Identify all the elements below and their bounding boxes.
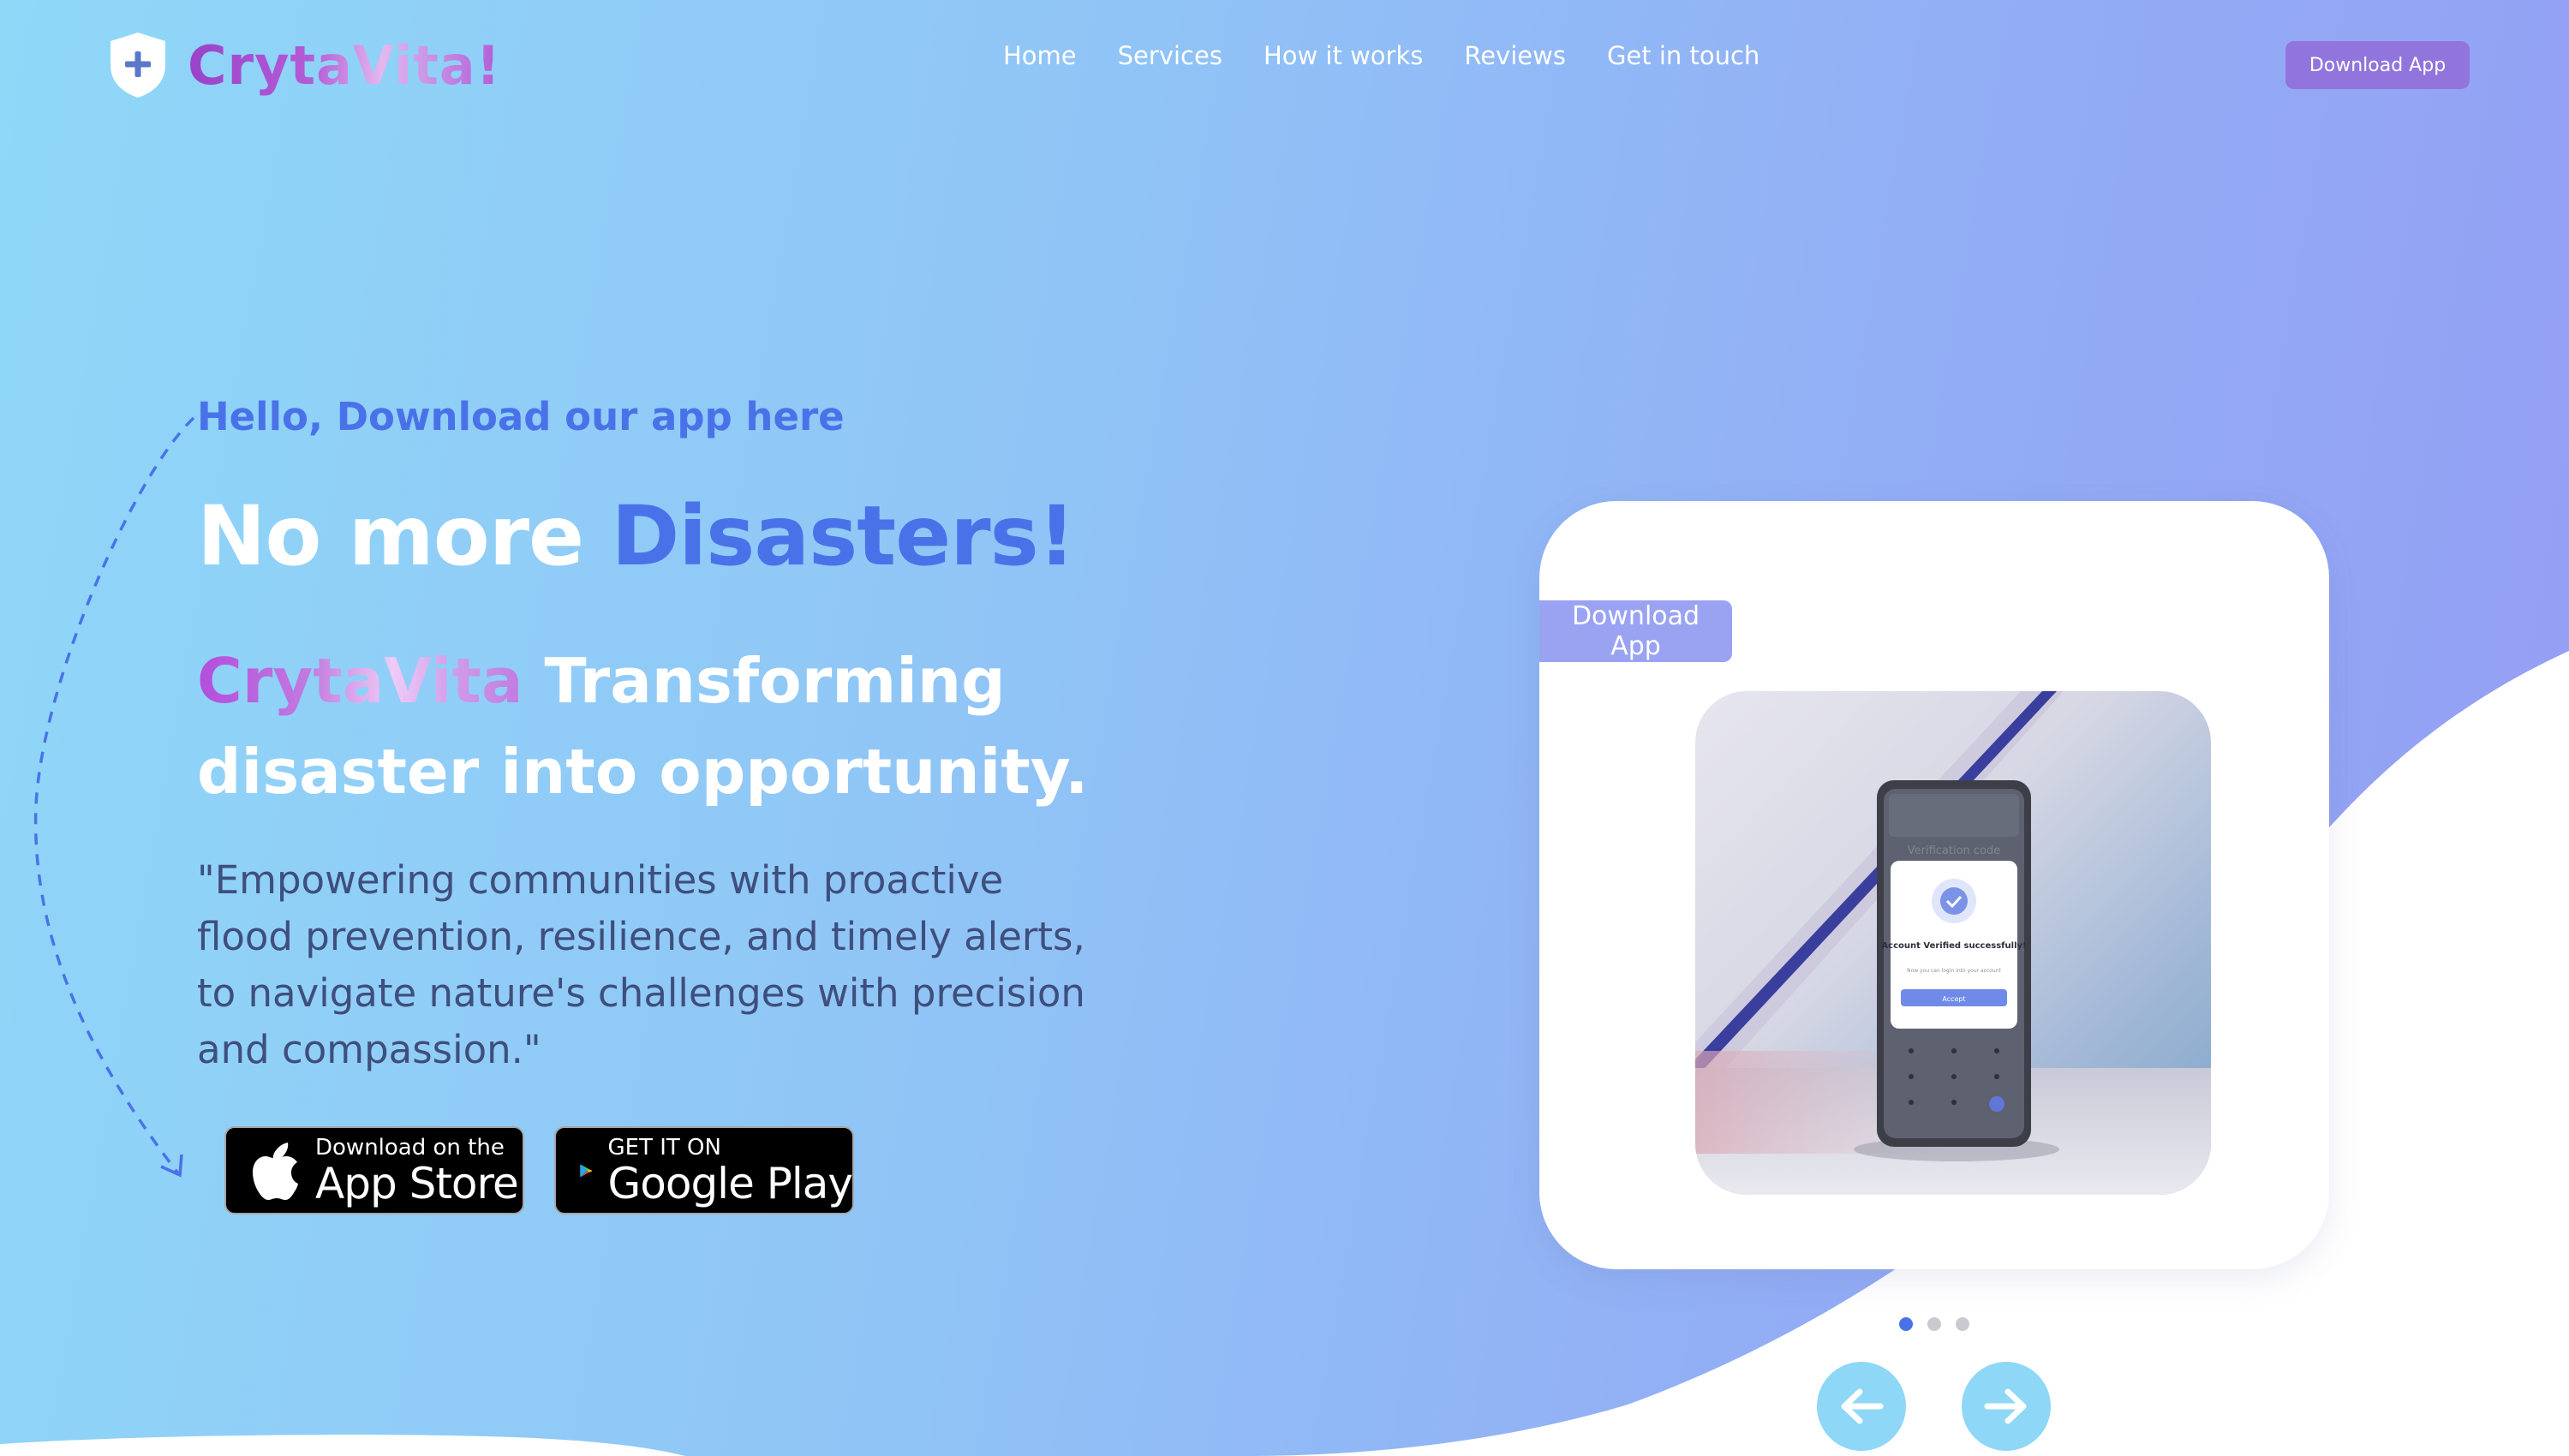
hero-headline: No more Disasters! (197, 488, 1075, 584)
carousel-prev-button[interactable] (1817, 1362, 1906, 1451)
phone-scene: Verification code Account Verified succe… (1695, 691, 2211, 1195)
phone-button-label: Accept (1942, 995, 1965, 1003)
dashed-curve-arrow (33, 416, 195, 1178)
carousel-dots (1899, 1317, 1969, 1331)
site-header: CrytaVita! Home Services How it works Re… (0, 0, 2569, 128)
carousel-dot-2[interactable] (1927, 1317, 1941, 1331)
main-nav: Home Services How it works Reviews Get i… (1003, 41, 1759, 70)
arrow-right-icon (1984, 1388, 2027, 1424)
app-store-big-text: App Store (315, 1158, 519, 1208)
phone-note: Now you can login into your account (1907, 968, 2001, 974)
phone-title: Verification code (1908, 844, 2001, 857)
card-download-app-button[interactable]: Download App (1539, 600, 1732, 662)
header-download-app-button[interactable]: Download App (2285, 41, 2470, 89)
app-store-small-text: Download on the (315, 1134, 505, 1161)
app-preview-card: Download App Verification code Account V… (1539, 501, 2329, 1269)
app-store-badge[interactable]: Download on the App Store (224, 1126, 524, 1214)
phone-message: Account Verified successfully! (1881, 941, 2026, 951)
hero-greeting: Hello, Download our app here (197, 394, 845, 439)
nav-services[interactable]: Services (1118, 41, 1222, 70)
carousel-dot-1[interactable] (1899, 1317, 1913, 1331)
google-play-badge[interactable]: GET IT ON Google Play (554, 1126, 854, 1214)
brand-name: CrytaVita! (188, 33, 501, 97)
google-play-small-text: GET IT ON (607, 1134, 721, 1161)
nav-home[interactable]: Home (1003, 41, 1077, 70)
brand-logo[interactable]: CrytaVita! (107, 31, 501, 99)
carousel-next-button[interactable] (1962, 1362, 2051, 1451)
hero-subheading: CrytaVita Transforming disaster into opp… (197, 636, 1139, 817)
google-play-icon (580, 1164, 593, 1177)
carousel-dot-3[interactable] (1956, 1317, 1969, 1331)
google-play-big-text: Google Play (607, 1158, 853, 1208)
nav-how-it-works[interactable]: How it works (1264, 41, 1423, 70)
phone-mockup-image: Verification code Account Verified succe… (1695, 691, 2211, 1195)
nav-reviews[interactable]: Reviews (1464, 41, 1566, 70)
nav-get-in-touch[interactable]: Get in touch (1607, 41, 1759, 70)
subhead-brand: CrytaVita (197, 645, 523, 717)
headline-prefix: No more (197, 488, 612, 584)
arrow-left-icon (1841, 1388, 1884, 1424)
shield-plus-icon (111, 33, 165, 98)
headline-accent: Disasters! (611, 488, 1076, 584)
apple-icon (253, 1142, 298, 1200)
hero-quote: "Empowering communities with proactive f… (197, 857, 1085, 1072)
